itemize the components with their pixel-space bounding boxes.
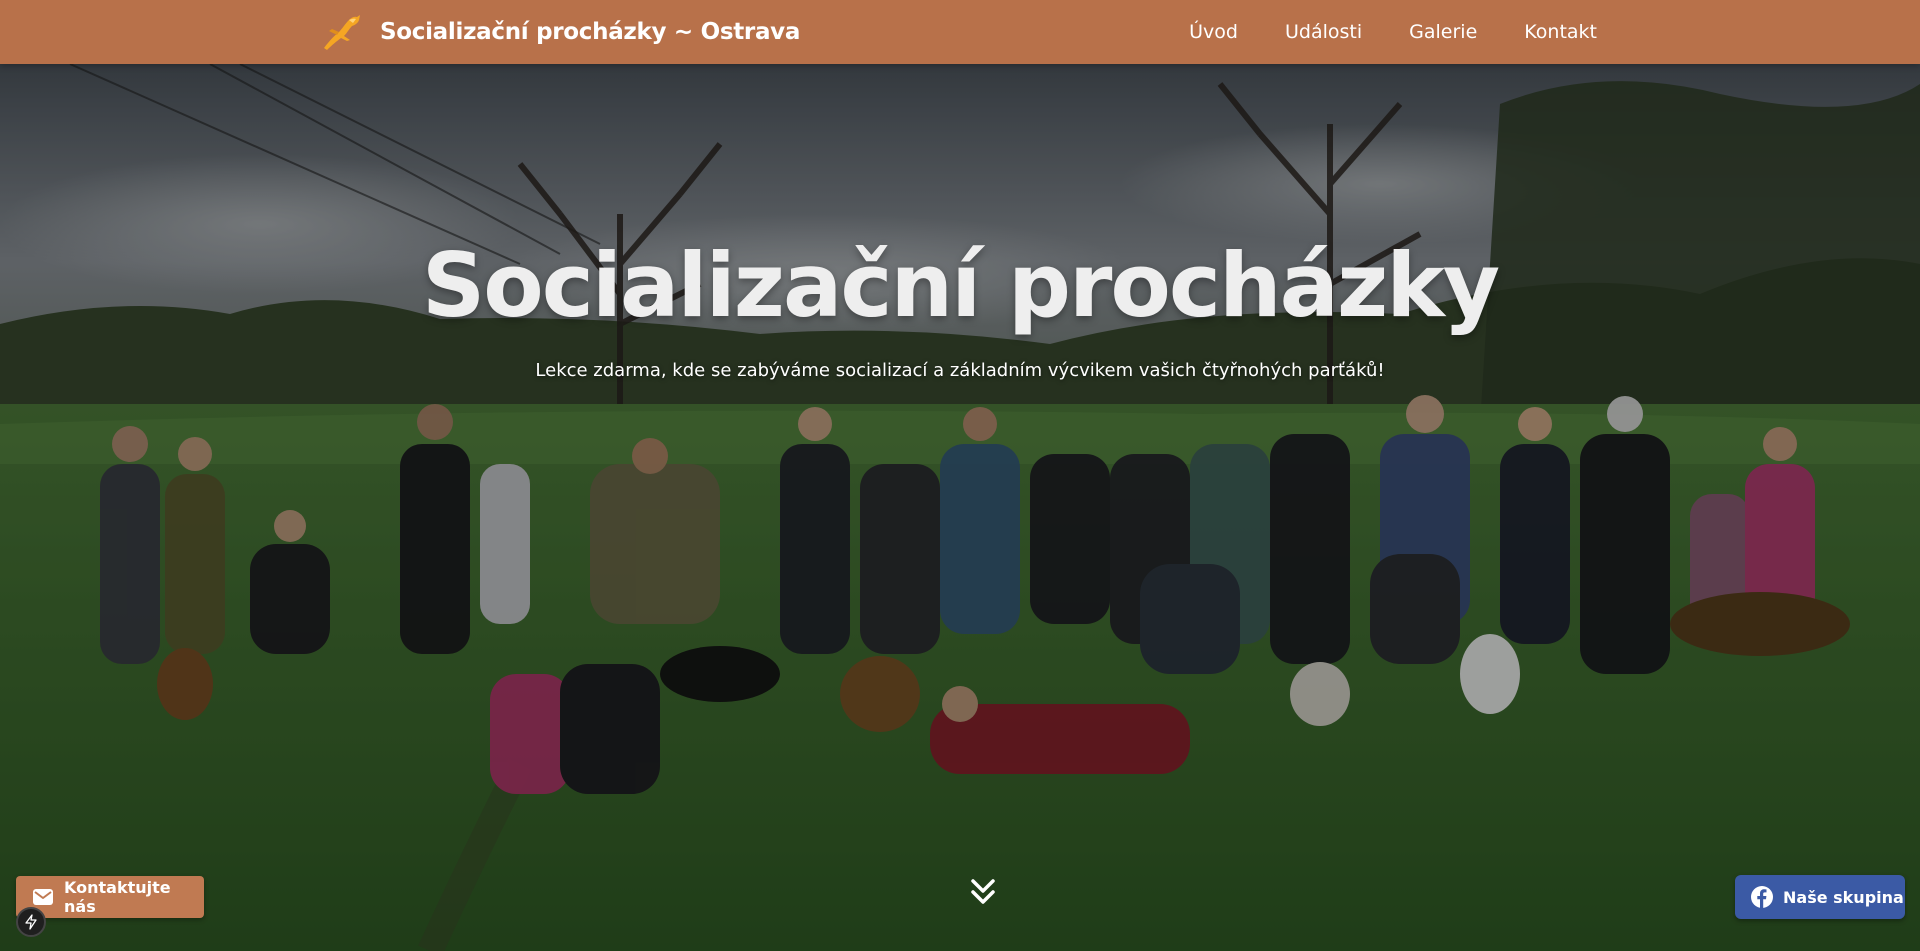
hero-title: Socializační procházky bbox=[421, 234, 1500, 337]
facebook-icon bbox=[1751, 886, 1773, 908]
mail-icon bbox=[33, 889, 53, 905]
hero-dark-overlay bbox=[0, 64, 1920, 951]
contact-us-button[interactable]: Kontaktujte nás bbox=[16, 876, 204, 918]
facebook-group-button[interactable]: Naše skupina bbox=[1735, 875, 1905, 919]
brand-title: Socializační procházky ~ Ostrava bbox=[380, 19, 801, 45]
facebook-group-label: Naše skupina bbox=[1783, 887, 1904, 907]
lightning-icon bbox=[25, 914, 37, 930]
nav-item-kontakt[interactable]: Kontakt bbox=[1524, 21, 1597, 43]
contact-us-label: Kontaktujte nás bbox=[64, 878, 171, 916]
nav-item-udalosti[interactable]: Události bbox=[1285, 21, 1362, 43]
main-nav: Úvod Události Galerie Kontakt bbox=[1189, 0, 1597, 64]
nav-item-galerie[interactable]: Galerie bbox=[1409, 21, 1477, 43]
hero-section: Socializační procházky Lekce zdarma, kde… bbox=[0, 64, 1920, 951]
top-navigation-bar: Socializační procházky ~ Ostrava Úvod Ud… bbox=[0, 0, 1920, 64]
hero-subtitle: Lekce zdarma, kde se zabýváme socializac… bbox=[535, 360, 1385, 381]
double-chevron-down-icon[interactable] bbox=[966, 876, 1000, 910]
nav-item-uvod[interactable]: Úvod bbox=[1189, 21, 1238, 43]
lightning-badge[interactable] bbox=[16, 907, 46, 937]
jumping-dog-logo-icon bbox=[324, 15, 360, 50]
brand-home-link[interactable]: Socializační procházky ~ Ostrava bbox=[320, 10, 800, 54]
